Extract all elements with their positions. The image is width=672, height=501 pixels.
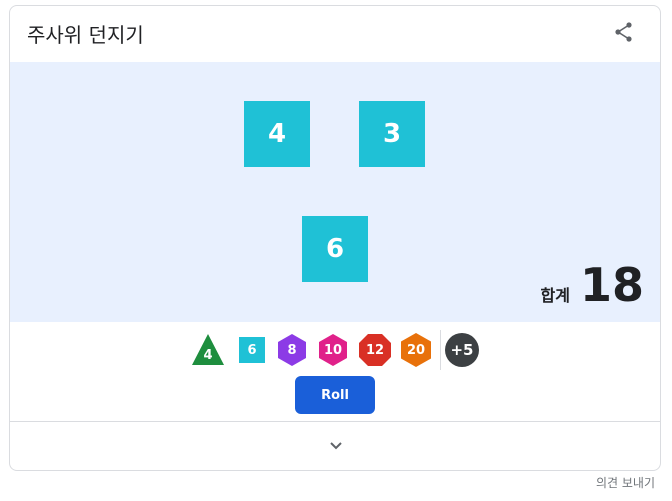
- total-label: 합계: [540, 286, 570, 305]
- card-title: 주사위 던지기: [27, 23, 144, 47]
- d20-label: 20: [406, 342, 426, 358]
- card-header: 주사위 던지기: [10, 6, 660, 62]
- d6-button[interactable]: 6: [234, 332, 270, 368]
- d4-label: 4: [203, 347, 213, 363]
- d4-button[interactable]: 4: [190, 332, 226, 368]
- d10-button[interactable]: 10: [315, 332, 351, 368]
- dice-roller-card: 주사위 던지기 4 3 6 합계 18 4 6 8 10 12 20 +5 Ro…: [9, 5, 661, 471]
- modifier-label: +5: [450, 341, 474, 359]
- divider: [440, 330, 441, 370]
- share-icon[interactable]: [612, 20, 636, 44]
- d8-button[interactable]: 8: [274, 332, 310, 368]
- roll-button[interactable]: Roll: [295, 376, 375, 414]
- total-value: 18: [579, 258, 644, 312]
- d20-button[interactable]: 20: [398, 332, 434, 368]
- dice-stage: 4 3 6 합계 18: [10, 62, 660, 322]
- chevron-down-icon: [330, 442, 342, 450]
- rolled-die[interactable]: 4: [244, 101, 310, 167]
- die-type-selector: 4 6 8 10 12 20 +5: [10, 328, 660, 372]
- d6-label: 6: [247, 342, 257, 358]
- d12-label: 12: [365, 342, 385, 358]
- total-display: 합계 18: [541, 262, 644, 308]
- d12-button[interactable]: 12: [357, 332, 393, 368]
- rolled-die[interactable]: 6: [302, 216, 368, 282]
- feedback-link[interactable]: 의견 보내기: [596, 474, 655, 491]
- rolled-die[interactable]: 3: [359, 101, 425, 167]
- expand-toggle[interactable]: [10, 421, 660, 470]
- modifier-button[interactable]: +5: [444, 332, 480, 368]
- d10-label: 10: [323, 342, 343, 358]
- d8-label: 8: [287, 342, 297, 358]
